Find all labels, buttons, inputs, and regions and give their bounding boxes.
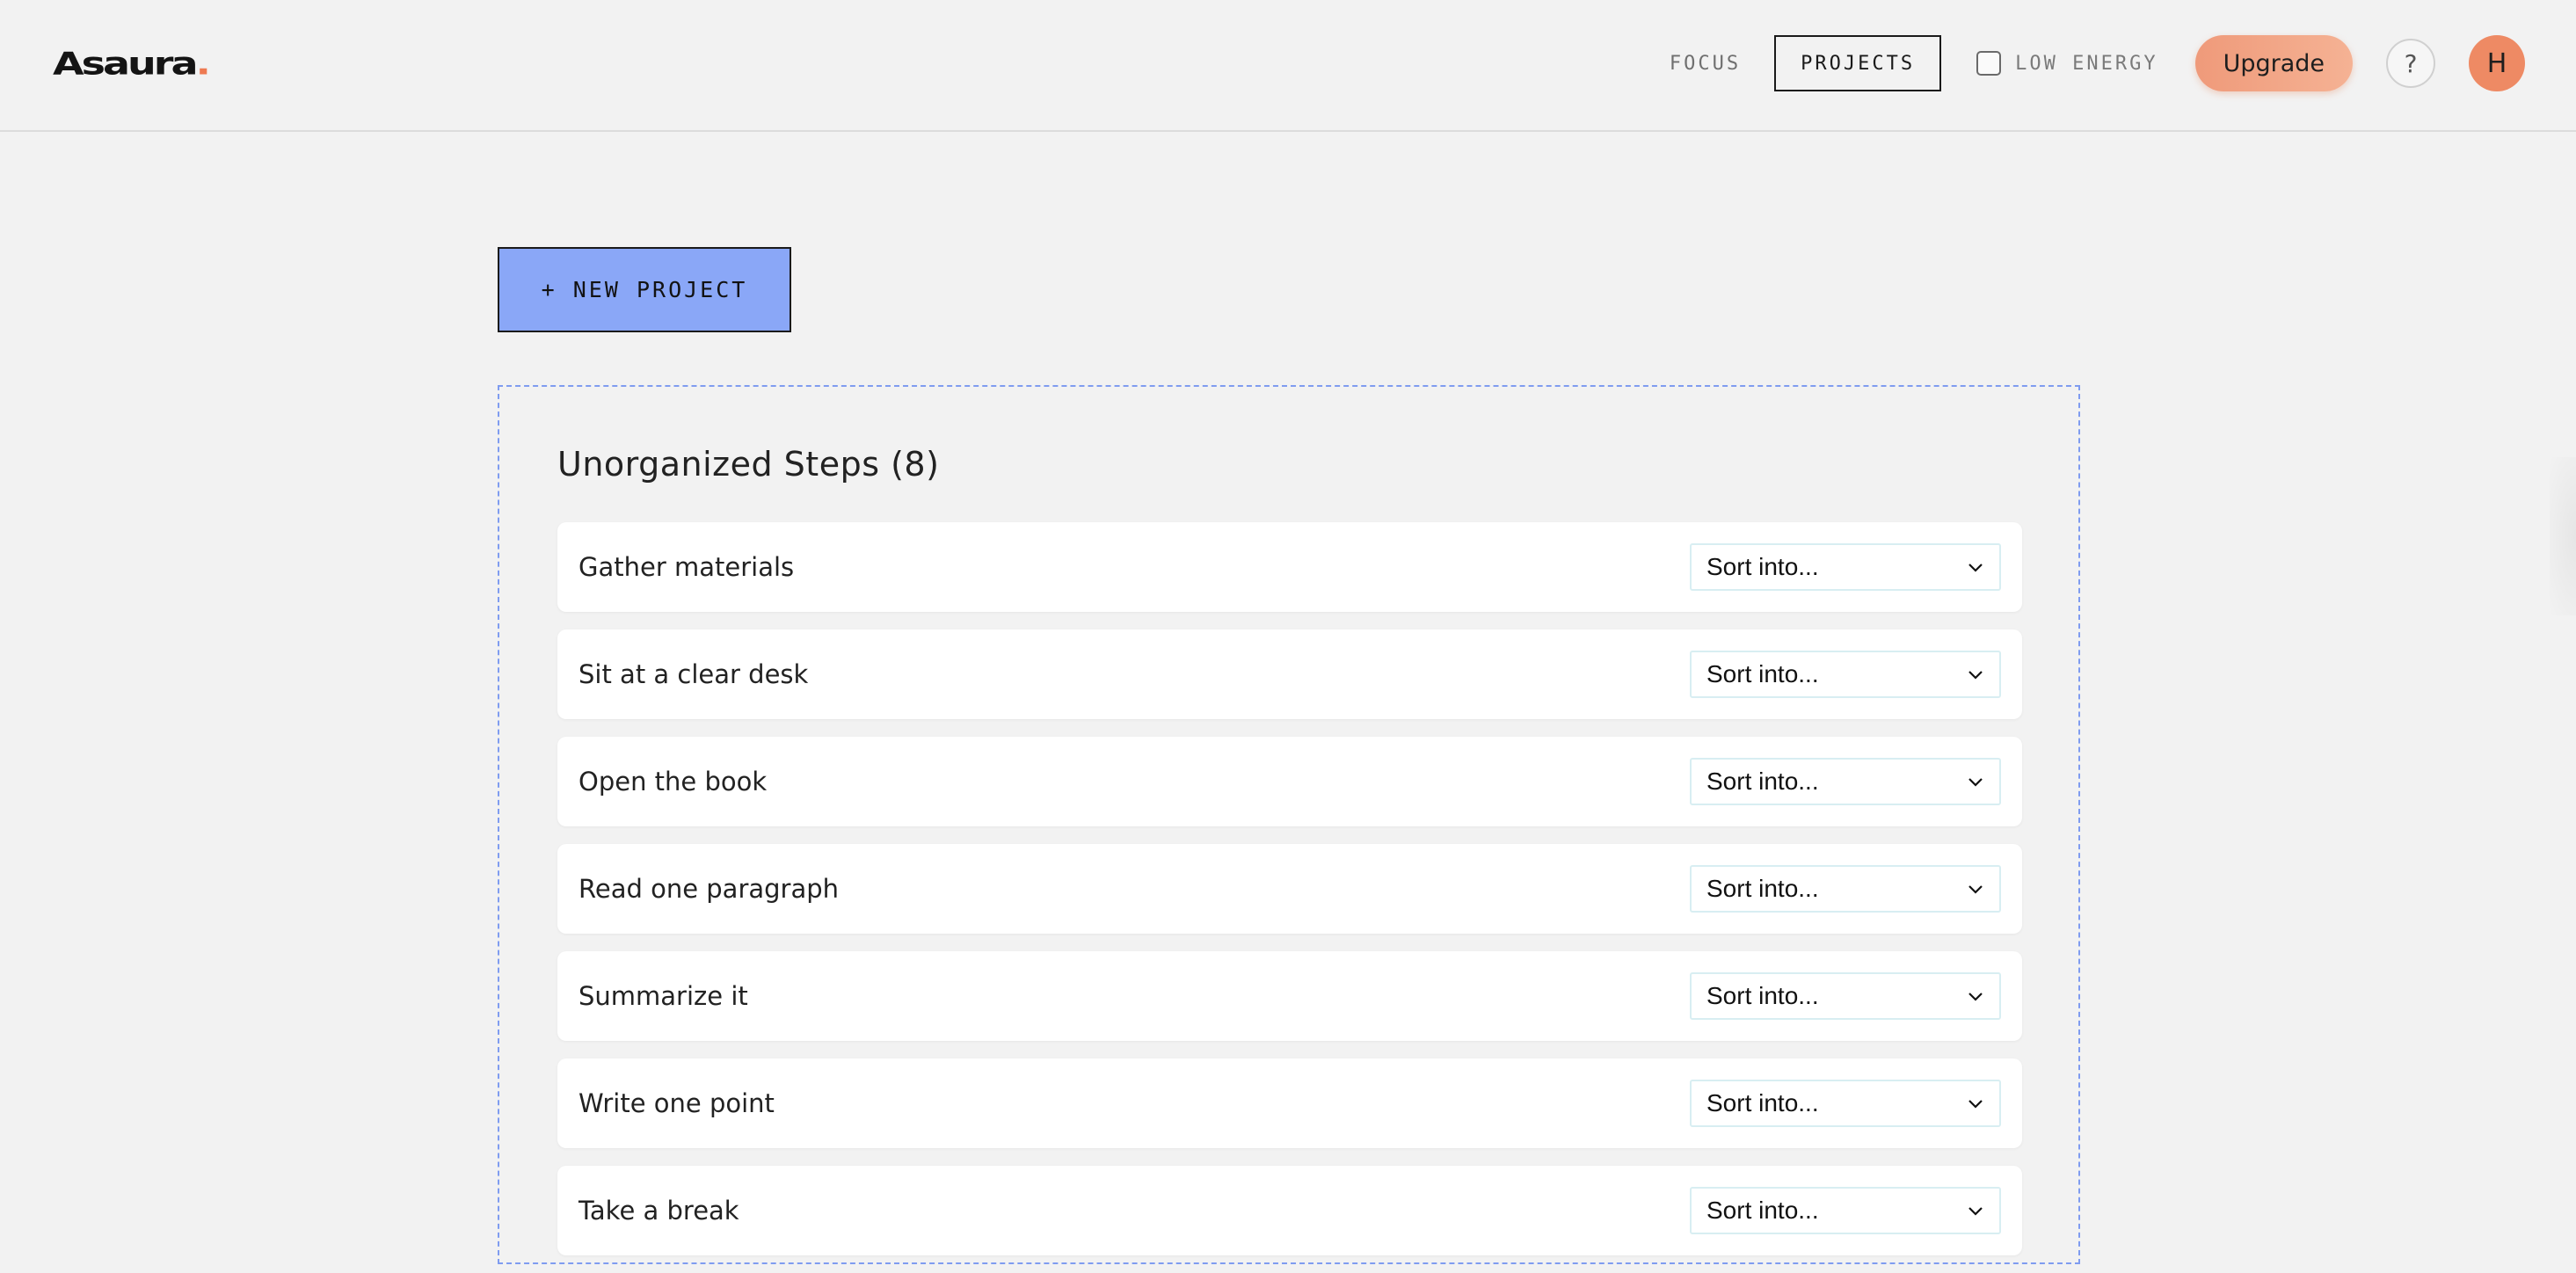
app-logo[interactable]: Asaura.	[53, 44, 212, 83]
sort-select-value: Sort into...	[1706, 982, 1819, 1009]
sort-select-value: Sort into...	[1706, 660, 1819, 687]
sort-select-value: Sort into...	[1706, 553, 1819, 580]
sort-select-value: Sort into...	[1706, 1197, 1819, 1224]
logo-dot: .	[195, 44, 212, 83]
logo-text: Asaura	[53, 44, 198, 83]
step-label: Open the book	[579, 767, 768, 797]
sort-into-select[interactable]: Sort into...	[1690, 1080, 2001, 1127]
step-label: Write one point	[579, 1088, 775, 1118]
step-card[interactable]: Sit at a clear desk Sort into...	[557, 629, 2022, 719]
unorganized-steps-dropzone[interactable]: Unorganized Steps (8) Gather materials S…	[498, 385, 2080, 1264]
sort-into-select[interactable]: Sort into...	[1690, 758, 2001, 805]
step-card[interactable]: Open the book Sort into...	[557, 737, 2022, 826]
sort-into-select[interactable]: Sort into...	[1690, 1187, 2001, 1234]
main-nav: FOCUS PROJECTS LOW ENERGY Upgrade ? H	[1645, 33, 2525, 93]
step-label: Summarize it	[579, 981, 748, 1011]
upgrade-button[interactable]: Upgrade	[2194, 35, 2353, 91]
nav-projects[interactable]: PROJECTS	[1774, 35, 1942, 91]
sort-select-value: Sort into...	[1706, 875, 1819, 902]
chevron-down-icon	[1968, 1207, 1983, 1216]
avatar[interactable]: H	[2469, 35, 2525, 91]
chevron-down-icon	[1968, 671, 1983, 680]
sort-into-select[interactable]: Sort into...	[1690, 865, 2001, 913]
low-energy-label: LOW ENERGY	[2015, 52, 2158, 75]
sort-select-value: Sort into...	[1706, 767, 1819, 795]
side-edge-shadow	[2550, 457, 2576, 615]
low-energy-checkbox[interactable]	[1976, 51, 2002, 76]
top-bar: Asaura. FOCUS PROJECTS LOW ENERGY Upgrad…	[0, 0, 2576, 132]
step-card[interactable]: Gather materials Sort into...	[557, 522, 2022, 612]
chevron-down-icon	[1968, 993, 1983, 1001]
new-project-button[interactable]: + NEW PROJECT	[498, 247, 791, 332]
chevron-down-icon	[1968, 1100, 1983, 1109]
section-title: Unorganized Steps (8)	[557, 445, 940, 484]
sort-select-value: Sort into...	[1706, 1089, 1819, 1117]
step-list: Gather materials Sort into... Sit at a c…	[557, 522, 2022, 1273]
sort-into-select[interactable]: Sort into...	[1690, 972, 2001, 1020]
step-label: Take a break	[579, 1196, 739, 1226]
sort-into-select[interactable]: Sort into...	[1690, 651, 2001, 698]
chevron-down-icon	[1968, 778, 1983, 787]
help-icon[interactable]: ?	[2386, 39, 2435, 88]
step-card[interactable]: Summarize it Sort into...	[557, 951, 2022, 1041]
step-card[interactable]: Read one paragraph Sort into...	[557, 844, 2022, 934]
step-label: Sit at a clear desk	[579, 659, 809, 689]
chevron-down-icon	[1968, 564, 1983, 572]
step-card[interactable]: Write one point Sort into...	[557, 1058, 2022, 1148]
step-label: Gather materials	[579, 552, 795, 582]
nav-focus[interactable]: FOCUS	[1645, 35, 1765, 91]
step-label: Read one paragraph	[579, 874, 840, 904]
step-card[interactable]: Take a break Sort into...	[557, 1166, 2022, 1255]
low-energy-toggle[interactable]: LOW ENERGY	[1976, 51, 2158, 76]
sort-into-select[interactable]: Sort into...	[1690, 543, 2001, 591]
chevron-down-icon	[1968, 885, 1983, 894]
